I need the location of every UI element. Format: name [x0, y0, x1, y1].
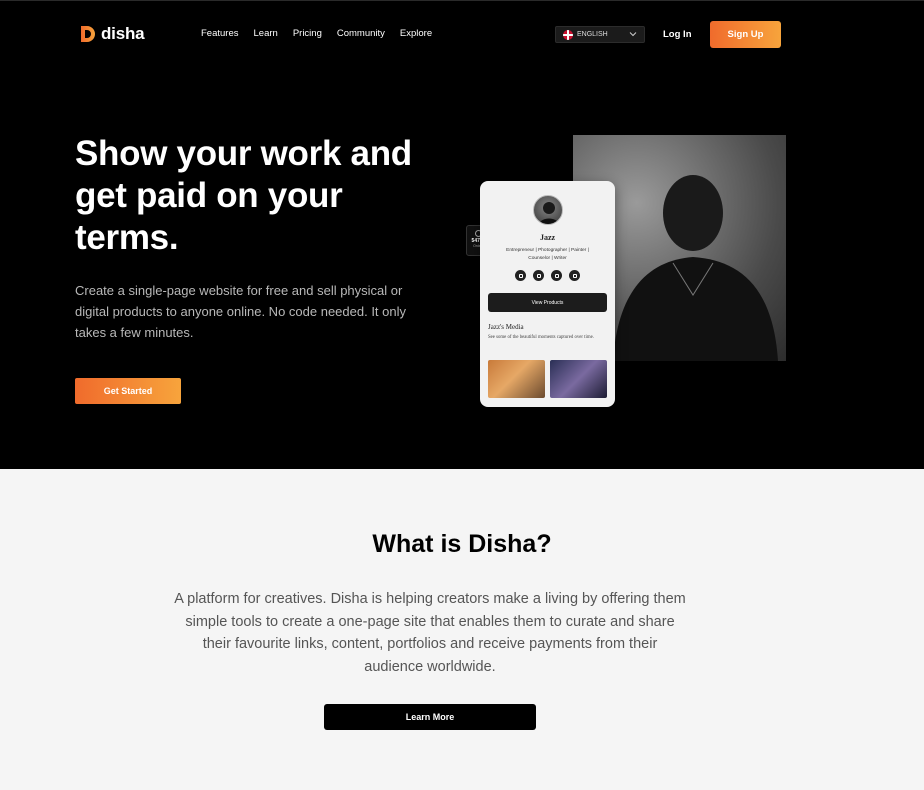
instagram-icon[interactable]: [533, 270, 544, 281]
uk-flag-icon: [563, 29, 573, 40]
media-thumbnail[interactable]: [488, 360, 545, 398]
disha-logo[interactable]: disha: [80, 24, 145, 44]
profile-card-preview: Jazz Entrepreneur | Photographer | Paint…: [480, 181, 615, 407]
hero-section: disha Features Learn Pricing Community E…: [0, 0, 924, 469]
nav-learn[interactable]: Learn: [254, 28, 278, 39]
avatar: [533, 195, 563, 225]
learn-more-button[interactable]: Learn More: [324, 704, 536, 730]
nav-explore[interactable]: Explore: [400, 28, 432, 39]
view-products-button[interactable]: View Products: [488, 293, 607, 312]
language-select[interactable]: ENGLISH: [555, 26, 645, 43]
globe-icon[interactable]: [551, 270, 562, 281]
signup-button[interactable]: Sign Up: [710, 21, 781, 48]
profile-name: Jazz: [539, 233, 556, 242]
login-link[interactable]: Log In: [663, 29, 692, 40]
media-title: Jazz's Media: [488, 323, 524, 331]
disha-logo-icon: [81, 26, 95, 42]
get-started-button[interactable]: Get Started: [75, 378, 181, 404]
about-title: What is Disha?: [372, 530, 552, 558]
main-nav: Features Learn Pricing Community Explore: [201, 28, 447, 39]
youtube-icon[interactable]: [515, 270, 526, 281]
social-links: [515, 270, 580, 281]
about-text: A platform for creatives. Disha is helpi…: [174, 591, 686, 675]
nav-pricing[interactable]: Pricing: [293, 28, 322, 39]
profile-roles: Entrepreneur | Photographer | Painter | …: [506, 248, 589, 261]
media-description: See some of the beautiful moments captur…: [488, 335, 594, 340]
language-value: ENGLISH: [577, 31, 608, 38]
media-thumbnail[interactable]: [550, 360, 607, 398]
chevron-down-icon: [629, 32, 637, 37]
nav-features[interactable]: Features: [201, 28, 239, 39]
hero-title: Show your work and get paid on your term…: [75, 134, 412, 257]
brand-name: disha: [101, 24, 145, 43]
nav-community[interactable]: Community: [337, 28, 385, 39]
top-divider: [0, 0, 924, 1]
hero-subtitle: Create a single-page website for free an…: [75, 283, 407, 340]
linkedin-icon[interactable]: [569, 270, 580, 281]
